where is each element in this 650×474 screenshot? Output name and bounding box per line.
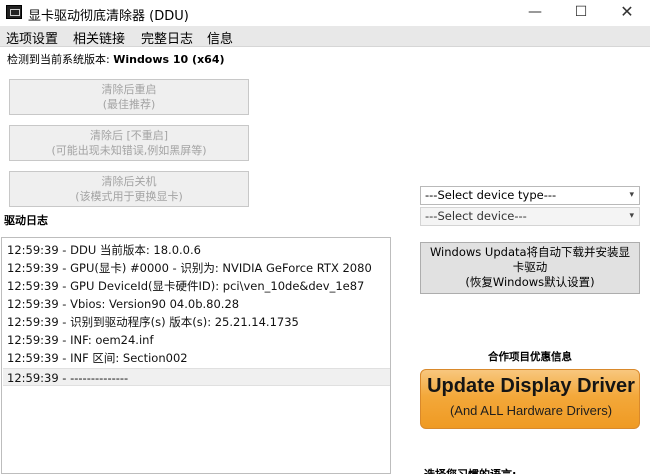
device-value: ---Select device--- bbox=[425, 209, 527, 223]
device-type-select[interactable]: ---Select device type--- ▾ bbox=[420, 186, 640, 205]
log-line-selected[interactable]: 12:59:39 - -------------- bbox=[3, 368, 390, 386]
chevron-down-icon: ▾ bbox=[629, 211, 634, 221]
ad-sub-text: (And ALL Hardware Drivers) bbox=[449, 403, 613, 418]
windows-update-label-3: (恢复Windows默认设置) bbox=[465, 275, 595, 289]
menu-bar: 选项设置 相关链接 完整日志 信息 bbox=[0, 26, 650, 47]
os-detection: 检测到当前系统版本: Windows 10 (x64) bbox=[7, 51, 225, 67]
menu-full-log[interactable]: 完整日志 bbox=[141, 28, 193, 47]
log-line: 12:59:39 - DDU 当前版本: 18.0.0.6 bbox=[7, 243, 201, 257]
device-select[interactable]: ---Select device--- ▾ bbox=[420, 207, 640, 226]
windows-update-label-1: Windows Updata将自动下载并安装显 bbox=[429, 245, 631, 259]
menu-options[interactable]: 选项设置 bbox=[6, 28, 58, 47]
ad-main-text: Update Display Driver bbox=[427, 375, 635, 397]
clean-no-restart-note: (可能出现未知错误,例如黑屏等) bbox=[51, 144, 207, 157]
log-line: 12:59:39 - GPU(显卡) #0000 - 识别为: NVIDIA G… bbox=[7, 261, 372, 275]
app-icon bbox=[6, 5, 22, 19]
log-line: 12:59:39 - Vbios: Version90 04.0b.80.28 bbox=[7, 297, 240, 311]
log-list[interactable]: 12:59:39 - DDU 当前版本: 18.0.0.6 12:59:39 -… bbox=[1, 237, 391, 474]
log-line: 12:59:39 - INF 区间: Section002 bbox=[7, 351, 188, 365]
clean-and-shutdown-note: (该模式用于更换显卡) bbox=[75, 190, 183, 203]
chevron-down-icon: ▾ bbox=[629, 190, 634, 200]
title-bar: 显卡驱动彻底清除器 (DDU) — ☐ ✕ bbox=[0, 0, 650, 26]
menu-links[interactable]: 相关链接 bbox=[73, 28, 125, 47]
clean-and-shutdown-button[interactable]: 清除后关机 (该模式用于更换显卡) bbox=[9, 171, 249, 207]
menu-info[interactable]: 信息 bbox=[207, 28, 233, 47]
language-label: 选择您习惯的语言: bbox=[424, 466, 516, 474]
windows-update-label-2: 卡驱动 bbox=[512, 260, 548, 274]
clean-no-restart-button[interactable]: 清除后 [不重启] (可能出现未知错误,例如黑屏等) bbox=[9, 125, 249, 161]
window-title: 显卡驱动彻底清除器 (DDU) bbox=[28, 9, 189, 24]
log-title: 驱动日志 bbox=[4, 214, 48, 227]
maximize-button[interactable]: ☐ bbox=[558, 0, 604, 26]
close-button[interactable]: ✕ bbox=[604, 0, 650, 26]
os-value: Windows 10 (x64) bbox=[113, 53, 225, 66]
clean-and-restart-label: 清除后重启 bbox=[101, 83, 157, 96]
clean-and-restart-note: (最佳推荐) bbox=[102, 98, 156, 111]
minimize-button[interactable]: — bbox=[512, 0, 558, 26]
clean-and-restart-button[interactable]: 清除后重启 (最佳推荐) bbox=[9, 79, 249, 115]
update-driver-ad-button[interactable]: Update Display Driver (And ALL Hardware … bbox=[420, 369, 640, 429]
clean-no-restart-label: 清除后 [不重启] bbox=[89, 129, 169, 142]
device-type-value: ---Select device type--- bbox=[425, 188, 557, 202]
partner-title: 合作项目优惠信息 bbox=[488, 351, 572, 363]
log-line: 12:59:39 - 识别到驱动程序(s) 版本(s): 25.21.14.17… bbox=[7, 315, 299, 329]
log-line: 12:59:39 - GPU DeviceId(显卡硬件ID): pci\ven… bbox=[7, 279, 365, 293]
os-label: 检测到当前系统版本: bbox=[7, 53, 114, 66]
windows-update-button[interactable]: Windows Updata将自动下载并安装显 卡驱动 (恢复Windows默认… bbox=[420, 242, 640, 294]
log-line: 12:59:39 - INF: oem24.inf bbox=[7, 333, 154, 347]
clean-and-shutdown-label: 清除后关机 bbox=[101, 175, 157, 188]
